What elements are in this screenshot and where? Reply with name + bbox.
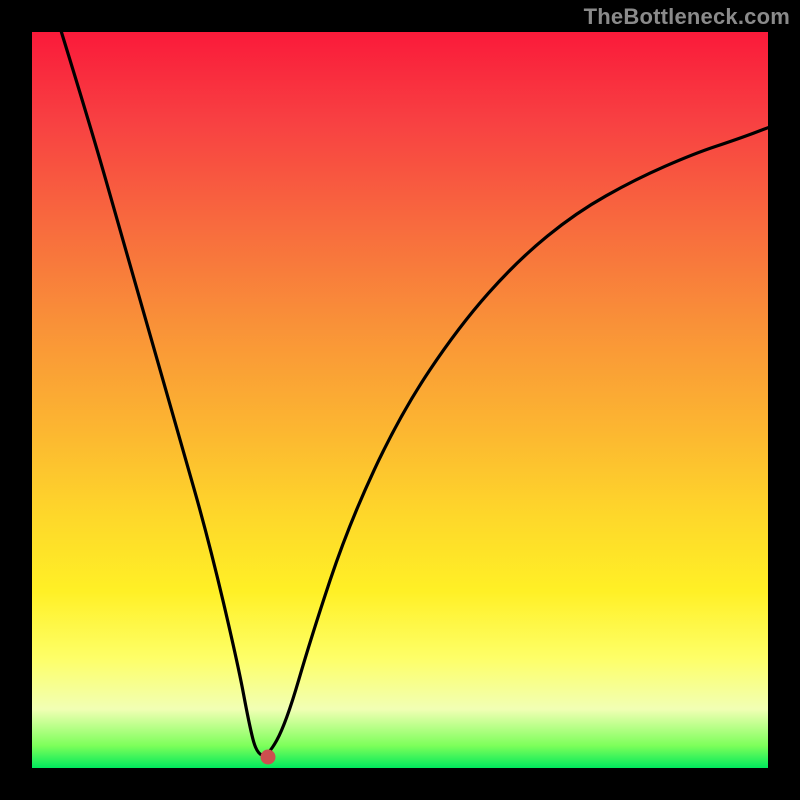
chart-area	[32, 32, 768, 768]
watermark-text: TheBottleneck.com	[584, 4, 790, 30]
page-root: TheBottleneck.com	[0, 0, 800, 800]
optimal-point-marker	[260, 749, 275, 764]
bottleneck-curve	[32, 32, 768, 768]
